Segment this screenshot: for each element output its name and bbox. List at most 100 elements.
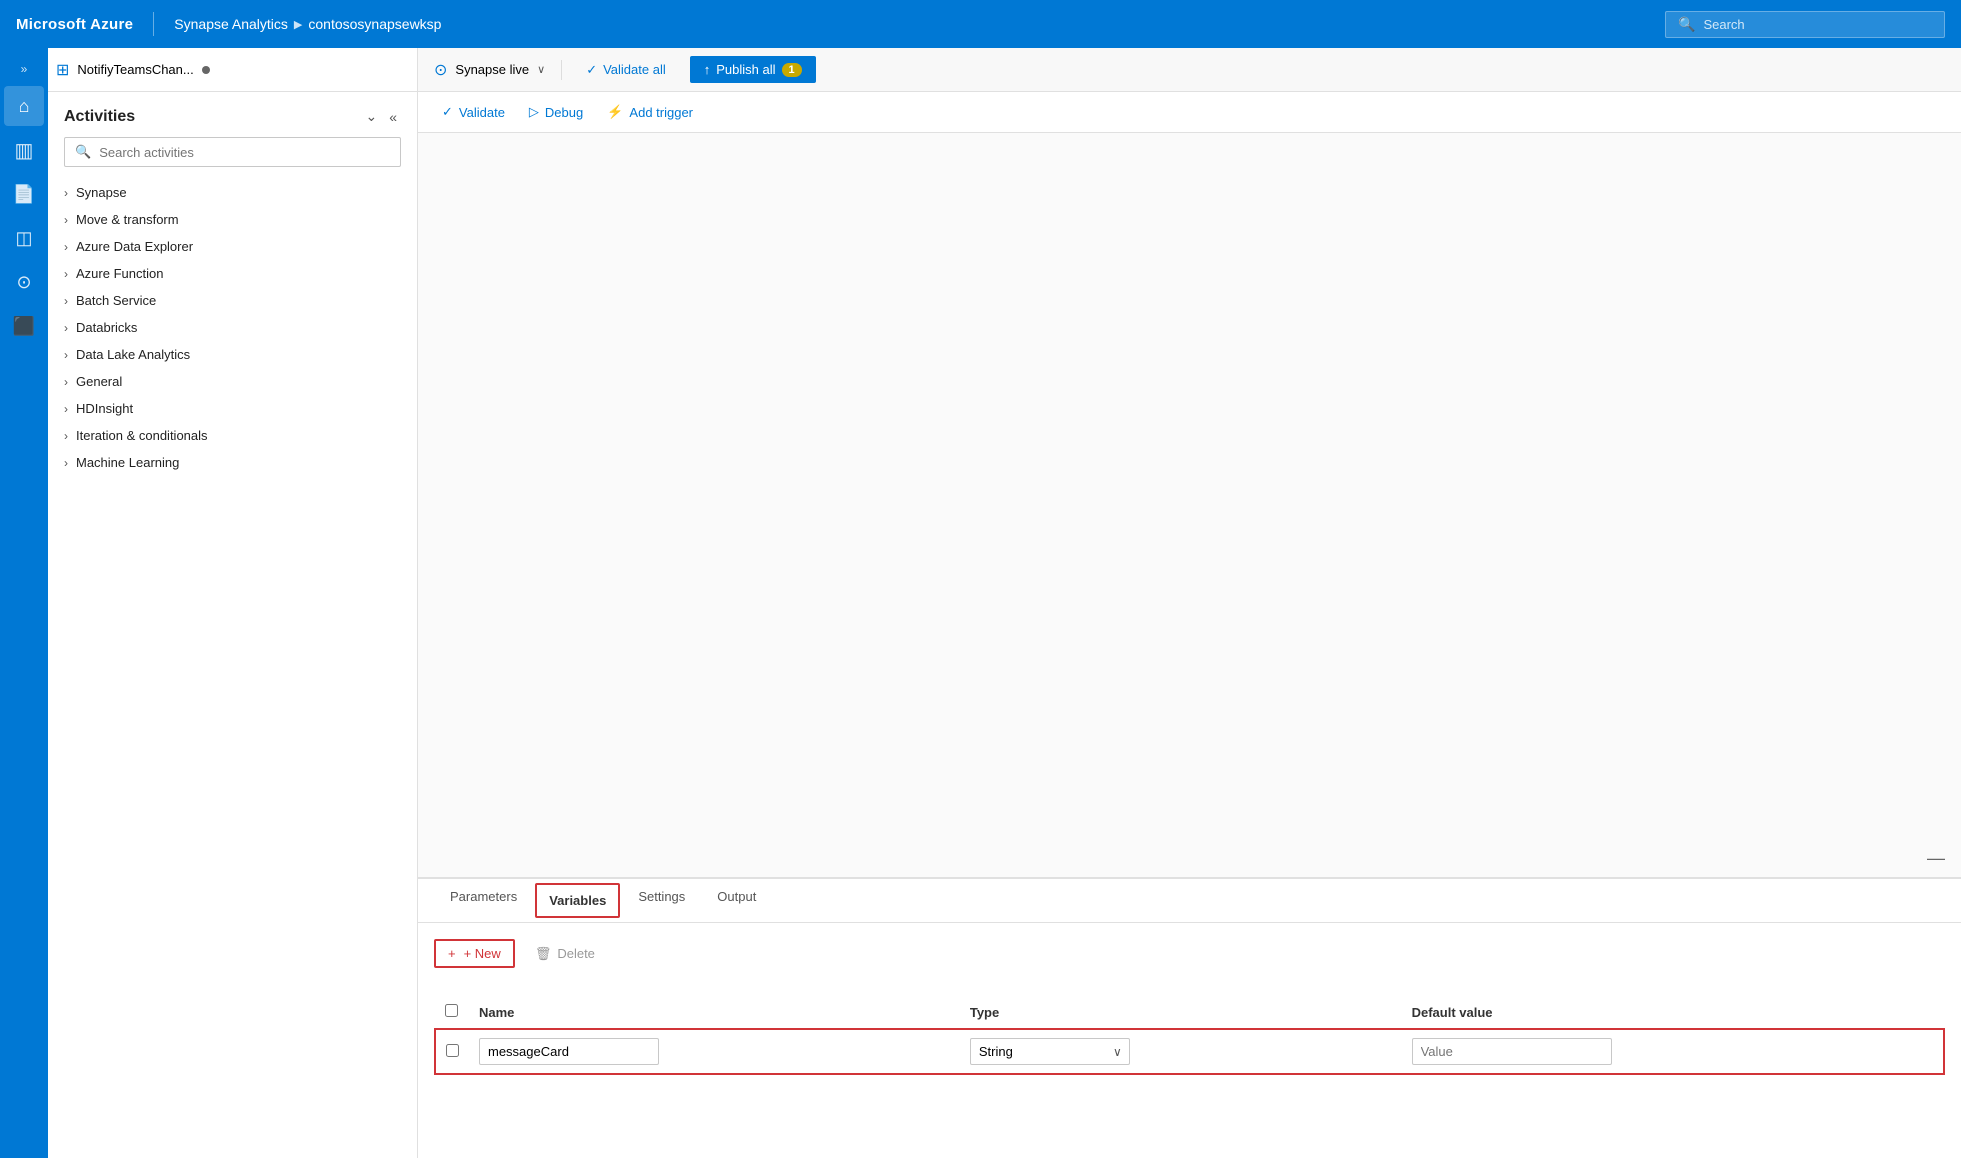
workspace-link[interactable]: contososynapsewksp [308, 16, 441, 32]
global-search-box[interactable]: 🔍 [1665, 11, 1945, 38]
canvas-toolbar: ✓ Validate ▷ Debug ⚡ Add trigger [418, 92, 1961, 133]
activities-panel: ⊞ NotifiyTeamsChan... Activities ⌄ « 🔍 [48, 48, 418, 1158]
publish-badge: 1 [782, 63, 802, 77]
main-editor-area: ⊙ Synapse live ∨ ✓ Validate all ↑ Publis… [418, 48, 1961, 1158]
tab-output[interactable]: Output [701, 879, 772, 923]
col-name: Name [469, 996, 960, 1029]
variable-name-input[interactable] [479, 1038, 659, 1065]
pipeline-tab-icon: ⊞ [56, 60, 69, 80]
synapse-analytics-link[interactable]: Synapse Analytics [174, 16, 288, 32]
activity-item-batch-service[interactable]: › Batch Service [48, 287, 417, 314]
nav-item-manage[interactable]: ⬛ [4, 306, 44, 346]
variables-actions-row: + + New 🗑 Delete [434, 939, 1945, 982]
nav-expand-btn[interactable]: » [15, 56, 34, 82]
activity-item-general[interactable]: › General [48, 368, 417, 395]
chevron-right-icon: › [64, 267, 68, 281]
debug-btn[interactable]: ▷ Debug [521, 100, 591, 124]
chevron-right-icon: › [64, 321, 68, 335]
variables-table-header: Name Type Default value [435, 996, 1944, 1029]
debug-play-icon: ▷ [529, 104, 539, 120]
activities-search-box[interactable]: 🔍 [64, 137, 401, 167]
activity-item-machine-learning[interactable]: › Machine Learning [48, 449, 417, 476]
col-checkbox [435, 996, 469, 1029]
chevron-right-icon: › [64, 213, 68, 227]
row-default-value-cell [1402, 1029, 1944, 1074]
activity-item-hdinsight[interactable]: › HDInsight [48, 395, 417, 422]
nav-item-integrate[interactable]: ◫ [4, 218, 44, 258]
pipeline-canvas[interactable]: — [418, 133, 1961, 878]
activity-item-azure-function[interactable]: › Azure Function [48, 260, 417, 287]
row-type-cell: String Boolean Integer Array ∨ [960, 1029, 1402, 1074]
chevron-right-icon: › [64, 429, 68, 443]
delete-variable-btn[interactable]: 🗑 Delete [523, 941, 607, 967]
row-name-cell [469, 1029, 960, 1074]
chevron-right-icon: › [64, 294, 68, 308]
activities-list: › Synapse › Move & transform › Azure Dat… [48, 179, 417, 1158]
row-checkbox-cell [435, 1029, 469, 1074]
trash-icon: 🗑 [535, 946, 552, 962]
pipeline-tab-header: ⊞ NotifiyTeamsChan... [48, 48, 417, 92]
synapse-live-label: Synapse live [455, 62, 529, 77]
tab-variables[interactable]: Variables [535, 883, 620, 918]
activity-item-synapse[interactable]: › Synapse [48, 179, 417, 206]
activities-header: Activities ⌄ « [48, 92, 417, 137]
nav-item-data[interactable]: ▥ [4, 130, 44, 170]
activity-item-iteration-conditionals[interactable]: › Iteration & conditionals [48, 422, 417, 449]
variables-table: Name Type Default value [434, 996, 1945, 1075]
tab-parameters[interactable]: Parameters [434, 879, 533, 923]
pipeline-tab-title[interactable]: NotifiyTeamsChan... [77, 62, 193, 77]
chevron-right-icon: › [64, 456, 68, 470]
nav-item-home[interactable]: ⌂ [4, 86, 44, 126]
debug-label: Debug [545, 105, 583, 120]
activities-close-btn[interactable]: « [385, 106, 401, 127]
activity-item-databricks[interactable]: › Databricks [48, 314, 417, 341]
publish-all-btn[interactable]: ↑ Publish all 1 [690, 56, 816, 83]
top-bar-divider [153, 12, 154, 36]
synapse-live-icon: ⊙ [434, 60, 447, 80]
add-trigger-btn[interactable]: ⚡ Add trigger [599, 100, 701, 124]
content-area: ⊞ NotifiyTeamsChan... Activities ⌄ « 🔍 [48, 48, 1961, 1158]
variable-type-select[interactable]: String Boolean Integer Array [970, 1038, 1130, 1065]
activities-collapse-btn[interactable]: ⌄ [361, 106, 381, 127]
panel-tabs: Parameters Variables Settings Output [418, 879, 1961, 923]
tab-unsaved-dot [202, 66, 210, 74]
new-variable-btn[interactable]: + + New [434, 939, 515, 968]
breadcrumb-chevron: ▶ [294, 18, 302, 31]
type-select-wrap: String Boolean Integer Array ∨ [970, 1038, 1130, 1065]
activities-search-icon: 🔍 [75, 144, 91, 160]
global-search-icon: 🔍 [1678, 16, 1695, 33]
app-layout: » ⌂ ▥ 📄 ◫ ⊙ ⬛ ⊞ NotifiyTeamsChan... Acti… [0, 48, 1961, 1158]
canvas-minimize-btn[interactable]: — [1927, 848, 1945, 869]
chevron-right-icon: › [64, 348, 68, 362]
chevron-right-icon: › [64, 240, 68, 254]
activities-search-input[interactable] [99, 145, 390, 160]
select-all-checkbox[interactable] [445, 1004, 458, 1017]
validate-all-btn[interactable]: ✓ Validate all [578, 58, 674, 82]
col-default-value: Default value [1402, 996, 1944, 1029]
variable-default-value-input[interactable] [1412, 1038, 1612, 1065]
chevron-right-icon: › [64, 186, 68, 200]
left-nav: » ⌂ ▥ 📄 ◫ ⊙ ⬛ [0, 48, 48, 1158]
nav-item-monitor[interactable]: ⊙ [4, 262, 44, 302]
add-trigger-label: Add trigger [629, 105, 693, 120]
nav-item-develop[interactable]: 📄 [4, 174, 44, 214]
brand-label: Microsoft Azure [16, 16, 133, 33]
tab-settings[interactable]: Settings [622, 879, 701, 923]
variables-table-body: String Boolean Integer Array ∨ [435, 1029, 1944, 1074]
activity-item-azure-data-explorer[interactable]: › Azure Data Explorer [48, 233, 417, 260]
variables-content: + + New 🗑 Delete [418, 923, 1961, 1158]
validate-all-icon: ✓ [586, 62, 597, 78]
new-plus-icon: + [448, 946, 456, 961]
synapse-live-dropdown[interactable]: ⊙ Synapse live ∨ [434, 60, 545, 80]
row-checkbox[interactable] [446, 1044, 459, 1057]
global-search-input[interactable] [1703, 17, 1932, 32]
validate-btn[interactable]: ✓ Validate [434, 100, 513, 124]
publish-upload-icon: ↑ [704, 62, 711, 77]
validate-check-icon: ✓ [442, 104, 453, 120]
activity-item-move-transform[interactable]: › Move & transform [48, 206, 417, 233]
activity-item-data-lake-analytics[interactable]: › Data Lake Analytics [48, 341, 417, 368]
publish-all-label: Publish all [716, 62, 775, 77]
activities-controls: ⌄ « [361, 106, 401, 127]
toolbar-divider1 [561, 60, 562, 80]
synapse-live-chevron: ∨ [537, 63, 545, 76]
